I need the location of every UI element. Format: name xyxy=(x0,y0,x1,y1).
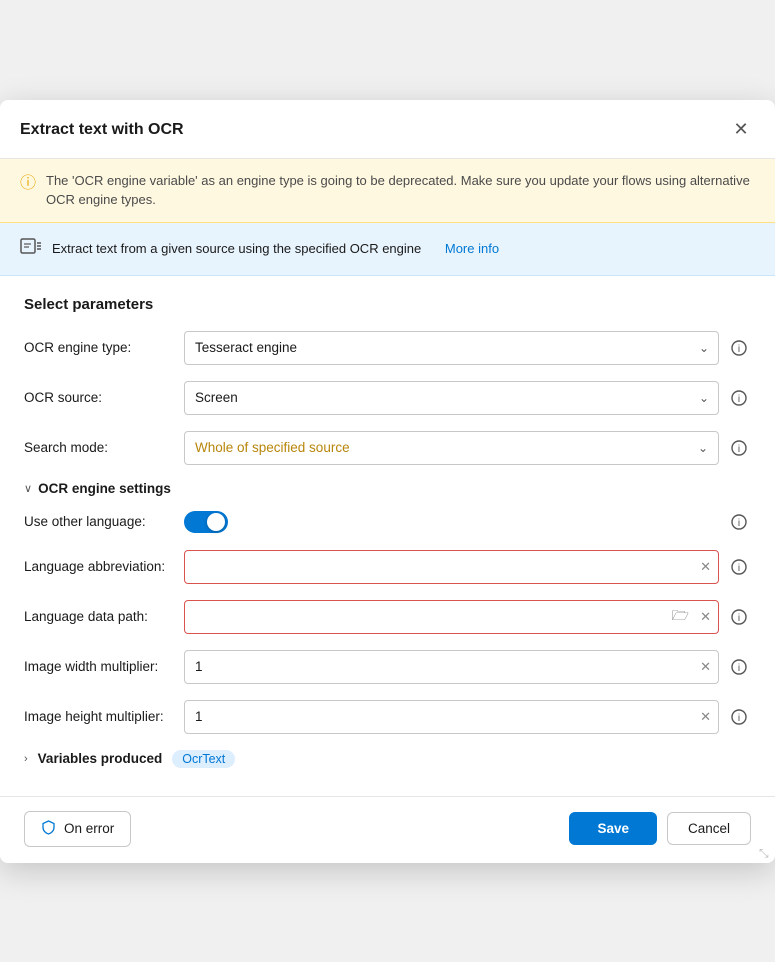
engine-settings-section: ∨ OCR engine settings Use other language… xyxy=(24,481,751,734)
image-height-multiplier-control: ✕ i xyxy=(184,700,751,734)
ocr-source-label: OCR source: xyxy=(24,390,184,405)
language-data-path-info-button[interactable]: i xyxy=(727,605,751,629)
dialog-footer: On error Save Cancel xyxy=(0,796,775,863)
variables-section: › Variables produced OcrText xyxy=(24,750,751,768)
search-mode-label: Search mode: xyxy=(24,440,184,455)
language-abbreviation-clear-button[interactable]: ✕ xyxy=(700,559,711,575)
ocr-source-row: OCR source: Screen ⌄ i xyxy=(24,381,751,415)
language-abbreviation-row: Language abbreviation: ✕ i xyxy=(24,550,751,584)
language-data-path-label: Language data path: xyxy=(24,609,184,624)
image-width-multiplier-input[interactable] xyxy=(184,650,719,684)
svg-text:i: i xyxy=(738,518,740,529)
use-other-language-label: Use other language: xyxy=(24,514,184,529)
image-height-multiplier-input[interactable] xyxy=(184,700,719,734)
variable-badge: OcrText xyxy=(172,750,235,768)
more-info-link[interactable]: More info xyxy=(445,241,499,256)
ocr-source-select-wrapper: Screen ⌄ xyxy=(184,381,719,415)
use-other-language-toggle[interactable] xyxy=(184,511,228,533)
language-data-path-folder-button[interactable]: 🗁 xyxy=(672,605,689,629)
dialog-title: Extract text with OCR xyxy=(20,121,184,139)
language-abbreviation-input-wrapper: ✕ xyxy=(184,550,719,584)
use-other-language-info-button[interactable]: i xyxy=(727,510,751,534)
image-height-multiplier-clear-button[interactable]: ✕ xyxy=(700,709,711,725)
ocr-engine-type-select-wrapper: Tesseract engine ⌄ xyxy=(184,331,719,365)
warning-text: The 'OCR engine variable' as an engine t… xyxy=(46,171,755,210)
info-banner: Extract text from a given source using t… xyxy=(0,223,775,276)
language-abbreviation-info-button[interactable]: i xyxy=(727,555,751,579)
ocr-engine-type-label: OCR engine type: xyxy=(24,340,184,355)
image-width-multiplier-row: Image width multiplier: ✕ i xyxy=(24,650,751,684)
language-data-path-input-wrapper: 🗁 ✕ xyxy=(184,600,719,634)
shield-icon xyxy=(41,820,56,838)
variables-chevron-icon[interactable]: › xyxy=(24,753,28,765)
dialog-header: Extract text with OCR ✕ xyxy=(0,100,775,159)
language-data-path-control: 🗁 ✕ i xyxy=(184,600,751,634)
dialog-body: Select parameters OCR engine type: Tesse… xyxy=(0,276,775,796)
image-height-multiplier-row: Image height multiplier: ✕ i xyxy=(24,700,751,734)
search-mode-select-wrapper: Whole of specified source ⌄ xyxy=(184,431,719,465)
ocr-engine-type-select[interactable]: Tesseract engine xyxy=(184,331,719,365)
search-mode-control: Whole of specified source ⌄ i xyxy=(184,431,751,465)
image-width-multiplier-label: Image width multiplier: xyxy=(24,659,184,674)
language-abbreviation-label: Language abbreviation: xyxy=(24,559,184,574)
image-width-multiplier-control: ✕ i xyxy=(184,650,751,684)
search-mode-info-button[interactable]: i xyxy=(727,436,751,460)
variables-title: Variables produced xyxy=(38,751,163,766)
close-button[interactable]: ✕ xyxy=(727,116,755,144)
ocr-icon xyxy=(20,235,42,263)
image-height-multiplier-input-wrapper: ✕ xyxy=(184,700,719,734)
use-other-language-control: i xyxy=(184,510,751,534)
on-error-label: On error xyxy=(64,821,114,836)
info-banner-text: Extract text from a given source using t… xyxy=(52,241,421,256)
footer-right: Save Cancel xyxy=(569,812,751,845)
ocr-engine-type-control: Tesseract engine ⌄ i xyxy=(184,331,751,365)
ocr-source-control: Screen ⌄ i xyxy=(184,381,751,415)
ocr-engine-type-info-button[interactable]: i xyxy=(727,336,751,360)
section-title: Select parameters xyxy=(24,296,751,313)
svg-text:i: i xyxy=(738,713,740,724)
toggle-knob xyxy=(207,513,225,531)
image-width-multiplier-info-button[interactable]: i xyxy=(727,655,751,679)
language-data-path-clear-button[interactable]: ✕ xyxy=(700,609,711,625)
svg-text:i: i xyxy=(738,563,740,574)
language-abbreviation-input[interactable] xyxy=(184,550,719,584)
engine-settings-chevron-icon: ∨ xyxy=(24,482,32,495)
svg-text:i: i xyxy=(738,344,740,355)
image-width-multiplier-input-wrapper: ✕ xyxy=(184,650,719,684)
ocr-source-select[interactable]: Screen xyxy=(184,381,719,415)
resize-handle[interactable]: ⤡ xyxy=(759,847,771,859)
language-abbreviation-control: ✕ i xyxy=(184,550,751,584)
svg-text:i: i xyxy=(738,394,740,405)
svg-text:i: i xyxy=(738,663,740,674)
use-other-language-row: Use other language: i xyxy=(24,510,751,534)
language-data-path-input[interactable] xyxy=(184,600,719,634)
language-data-path-row: Language data path: 🗁 ✕ i xyxy=(24,600,751,634)
save-button[interactable]: Save xyxy=(569,812,657,845)
image-height-multiplier-info-button[interactable]: i xyxy=(727,705,751,729)
warning-icon: ⓘ xyxy=(20,172,36,196)
warning-banner: ⓘ The 'OCR engine variable' as an engine… xyxy=(0,159,775,223)
engine-settings-header[interactable]: ∨ OCR engine settings xyxy=(24,481,751,496)
search-mode-arrow-icon: ⌄ xyxy=(698,441,708,455)
on-error-button[interactable]: On error xyxy=(24,811,131,847)
extract-text-dialog: Extract text with OCR ✕ ⓘ The 'OCR engin… xyxy=(0,100,775,863)
svg-text:i: i xyxy=(738,613,740,624)
cancel-button[interactable]: Cancel xyxy=(667,812,751,845)
image-width-multiplier-clear-button[interactable]: ✕ xyxy=(700,659,711,675)
search-mode-row: Search mode: Whole of specified source ⌄… xyxy=(24,431,751,465)
ocr-source-info-button[interactable]: i xyxy=(727,386,751,410)
ocr-engine-type-row: OCR engine type: Tesseract engine ⌄ i xyxy=(24,331,751,365)
image-height-multiplier-label: Image height multiplier: xyxy=(24,709,184,724)
search-mode-value: Whole of specified source xyxy=(195,440,350,455)
engine-settings-title: OCR engine settings xyxy=(38,481,171,496)
svg-text:i: i xyxy=(738,444,740,455)
search-mode-display[interactable]: Whole of specified source ⌄ xyxy=(184,431,719,465)
